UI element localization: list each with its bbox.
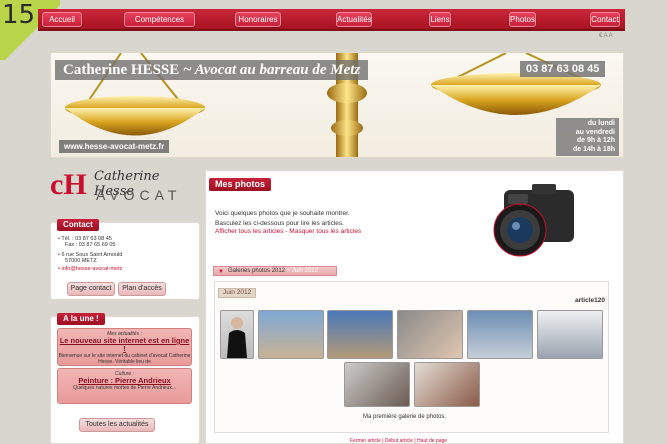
- contact-email-link[interactable]: info@hesse-avocat-metz: [58, 266, 122, 273]
- contact-fax: Fax : 03 87 65 69 05: [65, 242, 116, 248]
- news-title: A la une !: [57, 313, 105, 325]
- gallery-thumbnail[interactable]: [344, 362, 410, 407]
- gallery-thumbnail[interactable]: [220, 310, 254, 359]
- plan-acces-button[interactable]: Plan d'accès: [118, 282, 166, 296]
- nav-actualites[interactable]: Actualités: [336, 12, 372, 27]
- main-navbar: Accueil Compétences Honoraires Actualité…: [38, 9, 625, 31]
- hours-line: de 14h à 18h: [572, 145, 615, 153]
- logo-initials: cH: [50, 168, 87, 201]
- banner-title-subtitle: ~ Avocat au barreau de Metz: [179, 62, 361, 78]
- news-item[interactable]: Culture : Peinture : Pierre Andrieux Que…: [57, 368, 192, 404]
- hours-line: au vendredi: [575, 128, 615, 136]
- all-news-button[interactable]: Toutes les actualités: [79, 418, 155, 432]
- news-excerpt: Quelques natures mortes de Pierre Andrie…: [73, 385, 176, 391]
- gallery-thumbnail[interactable]: [258, 310, 324, 359]
- header-banner: Catherine HESSE ~ Avocat au barreau de M…: [50, 52, 624, 158]
- news-headline-link[interactable]: Le nouveau site internet est en ligne !: [58, 337, 191, 353]
- news-excerpt: Bienvenue sur le site internet du cabine…: [58, 353, 191, 365]
- intro-line-2: Basculez les ci-dessous pour lire les ar…: [215, 220, 344, 227]
- banner-url: www.hesse-avocat-metz.fr: [59, 140, 170, 153]
- site-logo[interactable]: cH Catherine Hesse AVOCAT: [50, 168, 200, 208]
- gallery-thumbnail[interactable]: [327, 310, 393, 359]
- nav-honoraires[interactable]: Honoraires: [235, 12, 281, 27]
- gallery-thumbnail[interactable]: [397, 310, 463, 359]
- gallery-header[interactable]: ▼ Galeries photos 2012 ~ Juin 2012: [213, 266, 337, 276]
- banner-phone: 03 87 63 08 45: [520, 61, 606, 77]
- banner-hours: du lundi au vendredi de 9h à 12h de 14h …: [556, 118, 619, 156]
- nav-accueil[interactable]: Accueil: [42, 12, 82, 27]
- nav-contact[interactable]: Contact: [590, 12, 620, 27]
- gallery-thumbnail[interactable]: [537, 310, 603, 359]
- article-id: article120: [575, 297, 605, 304]
- intro-line-1: Voici quelques photos que je souhaite mo…: [215, 210, 350, 217]
- nav-photos[interactable]: Photos: [509, 12, 536, 27]
- nav-liens[interactable]: Liens: [429, 12, 451, 27]
- collapse-triangle-icon[interactable]: ▼: [218, 268, 224, 276]
- banner-title: Catherine HESSE ~ Avocat au barreau de M…: [55, 60, 369, 80]
- banner-title-name: Catherine HESSE: [63, 62, 180, 78]
- hours-line: de 9h à 12h: [576, 137, 615, 144]
- news-item[interactable]: Mes actualités : Le nouveau site interne…: [57, 328, 192, 366]
- logo-role: AVOCAT: [96, 187, 182, 203]
- gallery-caption: Ma première galerie de photos.: [363, 414, 447, 420]
- article-footer-links[interactable]: Fermer article | Début article | Haut de…: [350, 438, 447, 444]
- contact-address-2: 57000 METZ: [65, 258, 97, 264]
- toggle-articles-links[interactable]: Afficher tous les articles - Masquer tou…: [215, 228, 361, 235]
- gallery-thumbnail[interactable]: [414, 362, 480, 407]
- gallery-header-label: Galeries photos 2012: [228, 268, 286, 274]
- page-number: 15: [2, 0, 36, 30]
- gallery-tab[interactable]: Juin 2012: [218, 288, 257, 298]
- gallery-thumbnail[interactable]: [467, 310, 533, 359]
- hours-line: du lundi: [587, 120, 615, 127]
- page-title: Mes photos: [209, 178, 272, 191]
- nav-competences[interactable]: Compétences: [124, 12, 195, 27]
- camera-image: [493, 184, 574, 257]
- gallery-header-date: ~ Juin 2012: [286, 268, 318, 274]
- contact-title: Contact: [57, 219, 99, 231]
- news-headline-link[interactable]: Peinture : Pierre Andrieux: [58, 377, 191, 385]
- font-size-controls[interactable]: € A A: [599, 33, 613, 39]
- page-contact-button[interactable]: Page contact: [67, 282, 115, 296]
